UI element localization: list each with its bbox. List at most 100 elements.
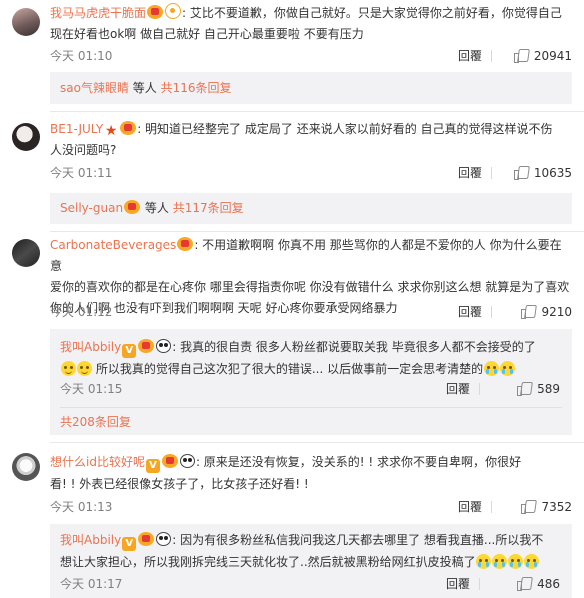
sub-replies-summary[interactable]: Selly-guan 等人 共117条回复 <box>60 198 244 218</box>
timestamp: 今天 01:15 <box>60 382 123 396</box>
sub-reply-mid: 等人 <box>128 81 161 95</box>
comment-username[interactable]: 我马马虎虎干脆面 <box>50 6 146 20</box>
sub-reply-mid: 等人 <box>141 201 173 215</box>
sub-replies-summary[interactable]: sao气辣眼睛 等人 共116条回复 <box>60 78 232 98</box>
comment-body-line2: 现在好看也ok啊 做自己就好 自己开心最重要啦 不要有压力 <box>50 27 364 41</box>
reply-button[interactable]: 回覆 <box>458 163 482 183</box>
divider <box>491 50 492 62</box>
timestamp: 今天 01:12 <box>50 305 113 319</box>
comment-body-line1: : 艾比不要道歉，你做自己就好。只是大家觉得你之前好看，你觉得自己 <box>182 6 562 20</box>
comment-body-line2: 人没问题吗? <box>50 143 117 157</box>
thumbs-up-icon <box>521 304 535 319</box>
sub-reply-meta: 今天 01:17 回覆 486 <box>60 574 560 594</box>
comment-text: 我马马虎虎干脆面 : 艾比不要道歉，你做自己就好。只是大家觉得你之前好看，你觉得自… <box>50 3 570 45</box>
sub-reply-body-line2: 想让大家担心，所以我刚拆完线三天就化妆了..然后就被黑粉给网红扒皮投稿了 <box>60 555 476 569</box>
like-count: 589 <box>537 382 560 396</box>
like-button[interactable]: 486 <box>517 574 560 594</box>
thumbs-up-icon <box>517 576 531 591</box>
fan-badge-icon <box>138 532 155 546</box>
like-button[interactable]: 589 <box>517 379 560 399</box>
avatar[interactable] <box>12 123 40 151</box>
reply-button[interactable]: 回覆 <box>458 46 482 66</box>
comment-body-line2: 爱你的喜欢你的都是在心疼你 哪里会得指责你呢 你没有做错什么 求求你别这么想 就… <box>50 280 570 294</box>
sub-reply-body-line2: 所以我真的觉得自己这次犯了很大的错误... 以后做事前一定会思考清楚的 <box>95 362 484 376</box>
like-count: 10635 <box>533 166 572 180</box>
fan-badge-icon <box>147 5 164 19</box>
sub-replies-box: 我叫Abbily V : 因为有很多粉丝私信我问我这几天都去哪里了 想看我直播...… <box>50 524 572 598</box>
timestamp: 今天 01:17 <box>60 577 123 591</box>
divider <box>479 578 480 590</box>
comment-body-line2: 看! ! 外表已经很像女孩子了，比女孩子还好看! ! <box>50 477 309 491</box>
avatar[interactable] <box>12 453 40 481</box>
panda-badge-icon <box>156 339 172 353</box>
sub-reply-user[interactable]: sao气辣眼睛 <box>60 81 129 95</box>
cry-emoji-icon <box>499 361 515 376</box>
comment-2: BE1-JULY ★: 明知道已经整完了 成定局了 还来说人家以前好看的 自己真的… <box>0 111 584 226</box>
fan-badge-icon <box>124 200 141 214</box>
comment-meta: 今天 01:11 回覆 10635 <box>50 163 572 183</box>
sweat-emoji-icon <box>76 361 92 376</box>
comment-body-line1: : 明知道已经整完了 成定局了 还来说人家以前好看的 自己真的觉得这样说不伤 <box>137 122 553 136</box>
vip-circle-icon <box>165 3 182 19</box>
like-count: 486 <box>537 577 560 591</box>
fan-badge-icon <box>177 237 194 251</box>
comment-text: BE1-JULY ★: 明知道已经整完了 成定局了 还来说人家以前好看的 自己真的… <box>50 119 570 161</box>
sub-reply-user[interactable]: Selly-guan <box>60 201 123 215</box>
divider <box>491 501 492 513</box>
sub-reply: 我叫Abbily V : 因为有很多粉丝私信我问我这几天都去哪里了 想看我直播...… <box>60 529 543 573</box>
reply-button[interactable]: 回覆 <box>458 302 482 322</box>
cry-emoji-icon <box>508 554 524 569</box>
like-count: 20941 <box>533 49 572 63</box>
cry-emoji-icon <box>492 554 508 569</box>
reply-count-link[interactable]: 共117条回复 <box>173 201 244 215</box>
comment-4: 想什么id比较好呢 V: 原来是还没有恢复，没关系的! ! 求求你不要自卑啊，你很… <box>0 442 584 598</box>
divider <box>491 167 492 179</box>
sub-replies-box: sao气辣眼睛 等人 共116条回复 <box>50 72 572 104</box>
like-button[interactable]: 10635 <box>513 163 572 183</box>
divider <box>491 306 492 318</box>
comment-3: CarbonateBeverages: 不用道歉啊啊 你真不用 那些骂你的人都是… <box>0 231 584 438</box>
comment-username[interactable]: CarbonateBeverages <box>50 238 176 252</box>
thumbs-up-icon <box>513 48 528 63</box>
more-replies-link[interactable]: 共208条回复 <box>60 415 131 429</box>
sub-reply: 我叫Abbily V: 我真的很自责 很多人粉丝都说要取关我 毕竟很多人都不会接受… <box>60 336 536 380</box>
sub-replies-box: 我叫Abbily V: 我真的很自责 很多人粉丝都说要取关我 毕竟很多人都不会接受… <box>50 329 572 435</box>
avatar[interactable] <box>12 239 40 267</box>
comment-meta: 今天 01:12 回覆 9210 <box>50 302 572 322</box>
reply-count-link[interactable]: 共116条回复 <box>161 81 232 95</box>
like-button[interactable]: 20941 <box>513 46 572 66</box>
vip-badge-icon: V <box>122 344 137 358</box>
comment-meta: 今天 01:13 回覆 7352 <box>50 497 572 517</box>
more-replies-row[interactable]: 共208条回复 <box>60 412 131 432</box>
comment-1: 我马马虎虎干脆面 : 艾比不要道歉，你做自己就好。只是大家觉得你之前好看，你觉得自… <box>0 0 584 105</box>
divider <box>479 383 480 395</box>
like-button[interactable]: 7352 <box>521 497 572 517</box>
comment-body-line1: : 原来是还没有恢复，没关系的! ! 求求你不要自卑啊，你很好 <box>195 455 522 469</box>
vip-badge-icon: V <box>122 537 137 551</box>
sub-reply-user[interactable]: 我叫Abbily <box>60 340 121 354</box>
panda-badge-icon <box>179 454 195 468</box>
like-count: 9210 <box>541 305 572 319</box>
sub-reply-user[interactable]: 我叫Abbily <box>60 533 121 547</box>
reply-button[interactable]: 回覆 <box>446 574 470 594</box>
comment-username[interactable]: 想什么id比较好呢 <box>50 455 145 469</box>
reply-button[interactable]: 回覆 <box>458 497 482 517</box>
divider <box>60 407 562 408</box>
timestamp: 今天 01:10 <box>50 49 113 63</box>
fan-badge-icon <box>120 121 137 135</box>
thumbs-up-icon <box>513 165 528 180</box>
comment-username[interactable]: BE1-JULY <box>50 122 103 136</box>
sub-reply-body-line1: : 因为有很多粉丝私信我问我这几天都去哪里了 想看我直播...所以我不 <box>172 533 544 547</box>
comment-text: 想什么id比较好呢 V : 原来是还没有恢复，没关系的! ! 求求你不要自卑啊，你很… <box>50 451 570 495</box>
thumbs-up-icon <box>521 499 535 514</box>
panda-badge-icon <box>156 532 172 546</box>
sub-reply-meta: 今天 01:15 回覆 589 <box>60 379 560 399</box>
avatar[interactable] <box>12 8 40 36</box>
like-button[interactable]: 9210 <box>521 302 572 322</box>
sweat-emoji-icon <box>60 361 76 376</box>
reply-button[interactable]: 回覆 <box>446 379 470 399</box>
vip-badge-icon: V <box>145 459 160 473</box>
comment-meta: 今天 01:10 回覆 20941 <box>50 46 572 66</box>
timestamp: 今天 01:11 <box>50 166 113 180</box>
cry-emoji-icon <box>476 554 492 569</box>
